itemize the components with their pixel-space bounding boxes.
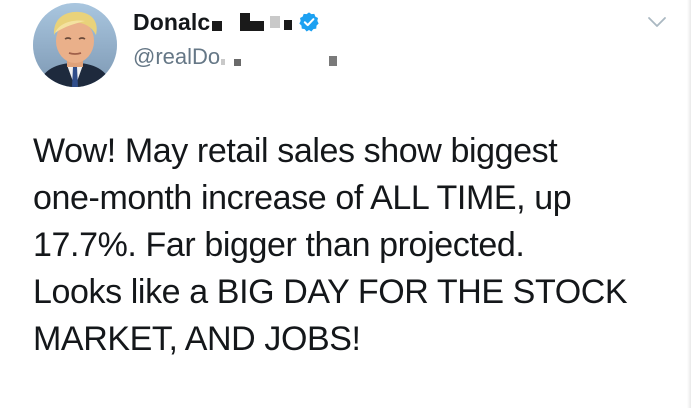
redaction-mark <box>270 16 281 28</box>
author-handle[interactable]: @realDo <box>133 44 220 70</box>
redaction-mark <box>284 20 293 30</box>
chevron-down-icon <box>648 17 666 27</box>
redaction-mark <box>221 59 226 65</box>
tweet-menu-caret[interactable] <box>645 12 669 32</box>
tweet-text-line: 17.7%. Far bigger than projected. <box>33 226 525 264</box>
redaction-mark <box>240 13 251 31</box>
tweet-text-line: MARKET, AND JOBS! <box>33 320 361 358</box>
redaction-mark <box>250 21 265 31</box>
redaction-mark <box>329 56 338 66</box>
redaction-mark <box>212 21 223 31</box>
author-name-row[interactable]: Donalc <box>133 6 320 38</box>
card-edge <box>687 0 691 408</box>
tweet-text-line: one-month increase of ALL TIME, up <box>33 179 572 217</box>
redaction-mark <box>234 58 242 66</box>
avatar[interactable] <box>33 3 117 87</box>
author-display-name[interactable]: Donalc <box>133 9 210 36</box>
author-handle-row[interactable]: @realDo <box>133 43 338 71</box>
tweet-text: Wow! May retail sales show biggest one-m… <box>33 128 678 363</box>
avatar-photo-icon <box>33 3 117 87</box>
tweet-text-line: Wow! May retail sales show biggest <box>33 132 558 170</box>
verified-badge-icon <box>298 11 320 33</box>
tweet-text-line: Looks like a BIG DAY FOR THE STOCK <box>33 273 628 311</box>
tweet-card: Donalc @realDo Wow! May retail sales sho… <box>0 0 691 408</box>
